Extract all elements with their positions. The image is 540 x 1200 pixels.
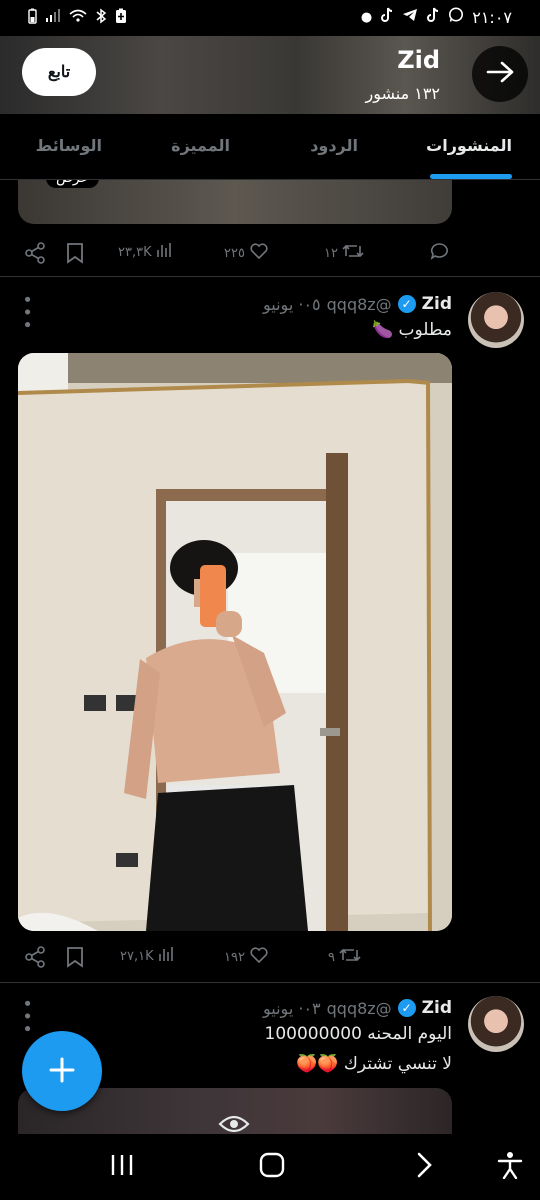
profile-name: Zid <box>397 46 440 74</box>
system-nav-bar <box>0 1134 540 1200</box>
battery-saver-icon <box>115 8 127 28</box>
retweet-icon <box>339 946 361 968</box>
tiktok-icon <box>426 7 440 27</box>
accessibility-icon <box>497 1151 523 1183</box>
tiktok-icon <box>380 7 394 27</box>
author-handle[interactable]: @qqq8z <box>327 295 392 314</box>
status-right-icons: ● ٢١:٠٧ <box>361 7 512 27</box>
likes-count: ٢٢٥ <box>224 245 245 261</box>
verified-badge-icon: ✓ <box>397 999 416 1017</box>
post-media-photo[interactable] <box>18 353 452 931</box>
views-stat[interactable]: ٢٧,١K <box>120 946 174 966</box>
author-handle[interactable]: @qqq8z <box>327 999 392 1018</box>
avatar[interactable] <box>468 292 524 348</box>
more-options-icon[interactable]: ••• <box>16 998 37 1036</box>
status-bar: ● ٢١:٠٧ <box>0 0 540 36</box>
previous-post-media[interactable]: عرض <box>18 180 452 224</box>
media-badge: عرض <box>46 180 100 188</box>
post-count: ١٣٢ منشور <box>365 84 440 103</box>
verified-badge-icon: ✓ <box>397 295 416 313</box>
post-date: ٠٣· يونيو <box>263 998 321 1018</box>
home-icon <box>258 1151 286 1183</box>
compose-button[interactable] <box>22 1031 102 1111</box>
divider <box>0 276 540 277</box>
tab-highlights[interactable]: المميزة <box>171 136 230 155</box>
views-icon <box>156 242 172 262</box>
post-text: مطلوب 🍆 <box>371 320 452 340</box>
bookmark-icon <box>66 242 84 268</box>
recents-icon <box>109 1153 135 1181</box>
battery-icon <box>28 8 37 28</box>
tab-indicator <box>430 174 512 179</box>
bluetooth-icon <box>95 8 107 28</box>
recents-button[interactable] <box>102 1150 142 1184</box>
tab-posts[interactable]: المنشورات <box>426 136 512 155</box>
views-count: ٢٣,٣K <box>118 244 152 260</box>
retweet-button[interactable]: ٩ <box>328 946 361 968</box>
previous-post-actions: ٢٣,٣K ٢٢٥ ١٢ <box>0 238 470 268</box>
avatar[interactable] <box>468 996 524 1052</box>
tab-replies[interactable]: الردود <box>310 136 358 155</box>
reply-icon <box>430 242 450 264</box>
share-button[interactable] <box>24 946 46 972</box>
retweets-count: ٩ <box>328 949 335 965</box>
views-stat[interactable]: ٢٣,٣K <box>118 242 172 262</box>
bookmark-button[interactable] <box>66 946 84 972</box>
post-date: ٠٥· يونيو <box>263 294 321 314</box>
like-button[interactable]: ٢٢٥ <box>224 242 269 264</box>
whatsapp-icon <box>448 7 464 27</box>
plus-icon <box>48 1048 76 1094</box>
back-nav-button[interactable] <box>404 1150 444 1184</box>
post-actions: ٢٧,١K ١٩٢ ٩ <box>0 942 470 972</box>
bookmark-icon <box>66 946 84 972</box>
share-icon <box>24 946 46 972</box>
post-text-line-1: اليوم المحنه 100000000 <box>264 1024 452 1044</box>
chevron-right-icon <box>415 1152 433 1182</box>
follow-button[interactable]: تابع <box>22 48 96 96</box>
divider <box>0 982 540 983</box>
status-left-icons <box>28 8 127 28</box>
reply-button[interactable] <box>430 242 450 264</box>
post-header: Zid ✓ @qqq8z ٠٣· يونيو <box>263 996 452 1020</box>
retweet-button[interactable]: ١٢ <box>324 242 364 264</box>
accessibility-button[interactable] <box>490 1150 530 1184</box>
clock: ٢١:٠٧ <box>472 7 512 27</box>
views-count: ٢٧,١K <box>120 948 154 964</box>
post-header: Zid ✓ @qqq8z ٠٥· يونيو <box>263 292 452 316</box>
heart-icon <box>249 946 269 968</box>
author-name[interactable]: Zid <box>422 294 452 314</box>
views-icon <box>158 946 174 966</box>
likes-count: ١٩٢ <box>224 949 245 965</box>
share-icon <box>24 242 46 268</box>
bookmark-button[interactable] <box>66 242 84 268</box>
more-options-icon[interactable]: ••• <box>16 294 37 332</box>
profile-tabs: المنشورات الردود المميزة الوسائط <box>0 114 540 180</box>
author-name[interactable]: Zid <box>422 998 452 1018</box>
back-button[interactable] <box>472 46 528 102</box>
post-text-line-2: لا تنسي تشترك 🍑🍑 <box>296 1054 452 1074</box>
like-button[interactable]: ١٩٢ <box>224 946 269 968</box>
dot-icon: ● <box>360 9 373 25</box>
retweet-icon <box>342 242 364 264</box>
retweets-count: ١٢ <box>324 245 338 261</box>
profile-header: تابع Zid ١٣٢ منشور <box>0 36 540 114</box>
tab-media[interactable]: الوسائط <box>36 136 102 155</box>
heart-icon <box>249 242 269 264</box>
signal-icon <box>45 9 61 27</box>
telegram-icon <box>402 8 418 26</box>
home-button[interactable] <box>252 1150 292 1184</box>
share-button[interactable] <box>24 242 46 268</box>
wifi-icon <box>69 9 87 27</box>
arrow-right-icon <box>486 60 514 88</box>
